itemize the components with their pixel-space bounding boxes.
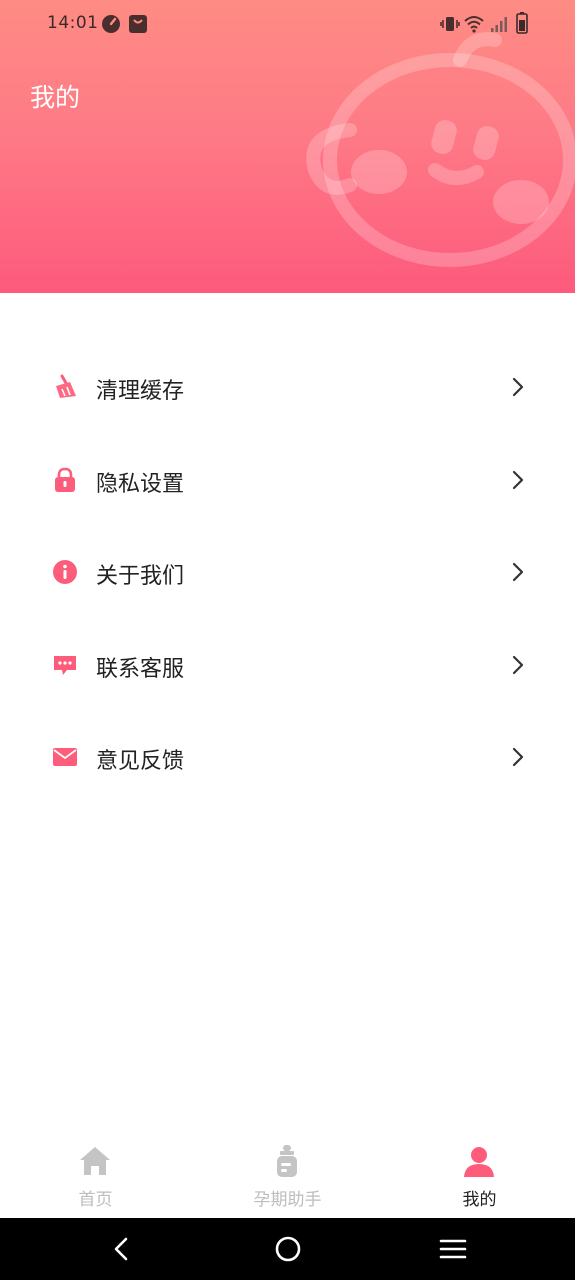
- menu-item-about-us[interactable]: 关于我们: [0, 525, 575, 618]
- home-circle-icon[interactable]: [273, 1234, 303, 1264]
- mail-icon: [53, 748, 77, 766]
- chevron-right-icon: [512, 655, 524, 674]
- menu-item-label: 联系客服: [96, 656, 185, 682]
- home-icon: [80, 1147, 110, 1175]
- chevron-right-icon: [512, 377, 524, 397]
- tab-home[interactable]: 首页: [0, 1130, 191, 1218]
- menu-lines-icon[interactable]: [438, 1234, 468, 1264]
- signal-icon: [491, 17, 507, 32]
- broom-icon: [56, 374, 76, 398]
- info-icon: [53, 560, 77, 584]
- bottom-tab-bar: 首页 孕期助手 我的: [0, 1130, 575, 1218]
- menu-item-label: 隐私设置: [96, 471, 185, 497]
- chevron-right-icon: [512, 747, 524, 767]
- chat-bubble-icon: [54, 655, 76, 675]
- profile-header: 14:01 我的: [0, 0, 575, 293]
- menu-item-label: 关于我们: [96, 564, 185, 589]
- battery-icon: [516, 12, 528, 34]
- bag-icon: [129, 15, 147, 33]
- tab-label: 孕期助手: [253, 1190, 322, 1210]
- menu-item-contact-service[interactable]: 联系客服: [0, 618, 575, 711]
- tab-mine[interactable]: 我的: [384, 1130, 575, 1218]
- tab-label: 首页: [78, 1190, 113, 1210]
- lock-icon: [55, 467, 75, 492]
- status-time: 14:01: [47, 13, 99, 33]
- wifi-icon: [464, 16, 484, 33]
- menu-item-label: 意见反馈: [96, 749, 185, 774]
- baby-bottle-icon: [277, 1145, 297, 1177]
- menu-item-feedback[interactable]: 意见反馈: [0, 710, 575, 803]
- speedometer-icon: [102, 15, 120, 33]
- menu-item-label: 清理缓存: [96, 379, 185, 404]
- system-navigation-bar: [0, 1218, 575, 1280]
- tab-pregnancy-assistant[interactable]: 孕期助手: [192, 1130, 383, 1218]
- menu-item-clear-cache[interactable]: 清理缓存: [0, 340, 575, 433]
- menu-item-privacy-settings[interactable]: 隐私设置: [0, 433, 575, 526]
- tab-label: 我的: [462, 1190, 497, 1210]
- page-title: 我的: [30, 83, 81, 112]
- vibrate-icon: [440, 17, 460, 31]
- chevron-right-icon: [512, 470, 524, 489]
- status-bar: 14:01: [0, 0, 575, 48]
- settings-menu: 清理缓存 隐私设置 关于我们 联系客服 意见反馈: [0, 340, 575, 803]
- back-icon[interactable]: [107, 1234, 137, 1264]
- person-icon: [464, 1147, 494, 1177]
- chevron-right-icon: [512, 562, 524, 582]
- baby-face-icon: [306, 32, 575, 267]
